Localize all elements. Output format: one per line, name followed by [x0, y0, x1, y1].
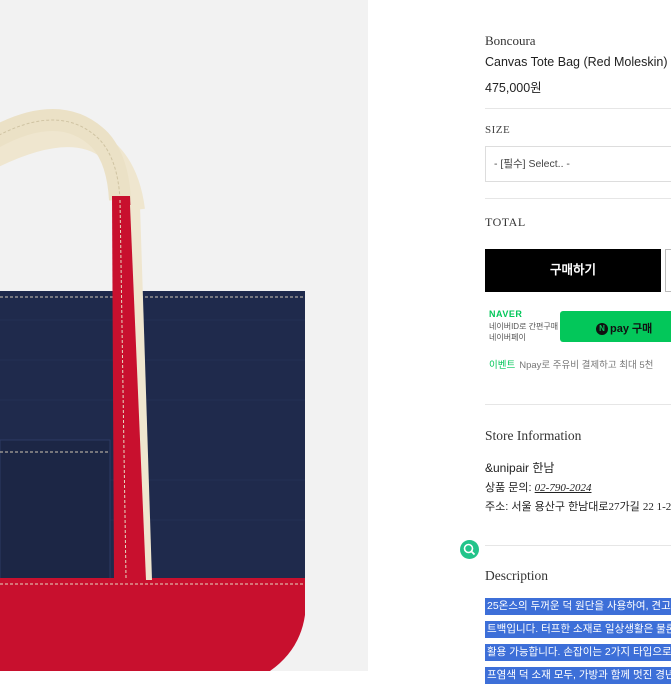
npay-icon: N	[596, 323, 608, 335]
naver-logo: NAVER	[489, 309, 523, 319]
store-address: 주소: 서울 용산구 한남대로27가길 22 1-2층	[485, 498, 671, 514]
divider	[485, 198, 671, 199]
event-tag: 이벤트	[489, 360, 516, 371]
address-prefix: 주소: 서울 용산구 한남대로	[485, 501, 609, 513]
floating-search-icon[interactable]	[460, 540, 479, 559]
address-mid: 가길	[619, 501, 640, 513]
divider	[485, 404, 671, 405]
naver-pay-caption-sub: 네이버페이	[489, 333, 526, 342]
description-line: 트백입니다. 터프한 소재로 일상생활은 물론	[485, 618, 671, 641]
npay-event-banner[interactable]: 이벤트 Npay로 주유비 결제하고 최대 5천	[489, 357, 653, 371]
address-number: 27	[608, 501, 620, 513]
size-select[interactable]: - [필수] Select.. -	[485, 146, 671, 182]
divider	[485, 545, 671, 546]
product-info-panel: Boncoura Canvas Tote Bag (Red Moleskin) …	[485, 0, 671, 684]
description-heading: Description	[485, 568, 548, 583]
buy-now-button[interactable]: 구매하기	[485, 249, 661, 292]
naver-pay-caption: 네이버ID로 간편구매	[489, 322, 559, 331]
npay-buy-button[interactable]: Npay 구매	[560, 311, 671, 342]
divider	[485, 108, 671, 109]
address-number-2: 22 1-2	[642, 501, 671, 513]
event-text: Npay로 주유비 결제하고 최대 5천	[519, 360, 654, 371]
store-info-heading: Store Information	[485, 428, 582, 443]
tote-bag-illustration	[0, 109, 305, 671]
store-phone: 상품 문의: 02-790-2024	[485, 479, 591, 495]
description-line: 활용 가능합니다. 손잡이는 2가지 타입으로	[485, 641, 671, 664]
phone-label: 상품 문의:	[485, 482, 532, 494]
description-line: 프염색 덕 소재 모두, 가방과 함께 멋진 경년	[485, 664, 671, 687]
description-text: 25온스의 두꺼운 덕 원단을 사용하여, 견고 트백입니다. 터프한 소재로 …	[485, 595, 671, 687]
size-label: SIZE	[485, 124, 511, 136]
npay-button-content: Npay 구매	[596, 320, 652, 336]
product-title: Canvas Tote Bag (Red Moleskin)	[485, 55, 668, 69]
npay-button-label: pay 구매	[610, 323, 653, 335]
description-line: 25온스의 두꺼운 덕 원단을 사용하여, 견고	[485, 595, 671, 618]
cart-button[interactable]	[665, 249, 671, 292]
phone-number-link[interactable]: 02-790-2024	[535, 482, 592, 494]
magnifier-icon	[463, 543, 476, 556]
brand-name[interactable]: Boncoura	[485, 33, 536, 49]
store-name: &unipair 한남	[485, 461, 555, 475]
product-price: 475,000원	[485, 81, 542, 95]
product-image[interactable]	[0, 0, 368, 671]
total-label: TOTAL	[485, 215, 526, 229]
